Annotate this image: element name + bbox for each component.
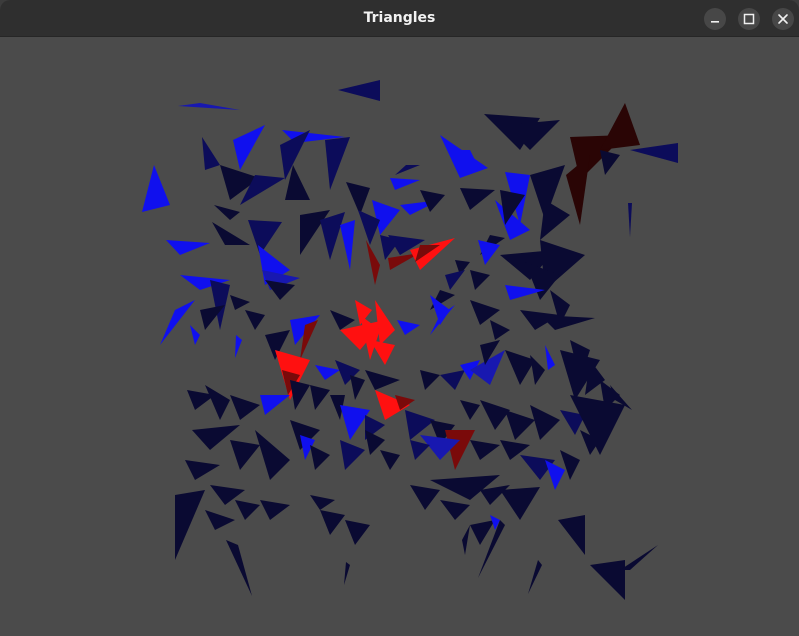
triangle-dark-navy (345, 520, 370, 545)
triangle-blue (235, 335, 242, 358)
triangle-dark-navy (230, 395, 260, 420)
triangle-navy (440, 370, 465, 390)
triangle-maroon (600, 103, 640, 150)
triangle-dark-navy (346, 182, 370, 215)
triangle-dark-navy (440, 500, 470, 520)
triangle-dark-navy (460, 188, 495, 210)
triangle-blue (397, 320, 420, 335)
triangle-dark-navy (330, 310, 355, 330)
triangle-navy (248, 220, 282, 255)
triangle-dark-navy (260, 500, 290, 520)
triangle-dark-navy (590, 560, 625, 600)
triangle-dark-navy (530, 355, 545, 385)
triangle-dark-navy (230, 295, 250, 310)
close-icon (778, 14, 788, 24)
triangle-blue (340, 220, 355, 270)
triangle-dark-navy (558, 515, 585, 555)
triangle-dark-navy (185, 460, 220, 480)
triangle-dark-navy (480, 400, 510, 430)
triangle-dark-navy (205, 385, 230, 420)
triangle-dark-navy (350, 375, 365, 400)
triangle-dark-navy (245, 310, 265, 330)
triangle-dark-navy (380, 450, 400, 470)
triangle-dark-navy (500, 487, 540, 520)
triangle-dark-navy (214, 205, 240, 220)
triangle-dark-navy (320, 510, 345, 535)
triangle-dark-navy (528, 560, 542, 594)
triangle-dark-navy (620, 545, 658, 570)
triangle-dark-navy (235, 500, 260, 520)
app-window: Triangles (0, 0, 799, 636)
triangle-dark-navy (505, 410, 535, 440)
triangle-dark-navy (410, 485, 440, 510)
triangle-red (375, 300, 395, 345)
triangle-dark-navy (290, 380, 310, 410)
triangle-dark-navy (205, 510, 235, 530)
triangles-scene (142, 80, 678, 600)
close-button[interactable] (772, 8, 794, 30)
triangle-blue (390, 178, 420, 190)
triangle-dark-navy (470, 270, 490, 290)
triangle-blue (545, 460, 565, 490)
triangle-dark-red (366, 240, 380, 285)
triangle-dark-navy (470, 300, 500, 325)
triangle-navy (320, 212, 345, 260)
triangle-dark-navy (365, 370, 400, 390)
triangle-blue (190, 325, 200, 345)
maximize-button[interactable] (738, 8, 760, 30)
triangle-mid-blue (178, 103, 240, 110)
triangle-dark-navy (310, 495, 335, 510)
triangle-navy (405, 410, 435, 440)
triangle-dark-navy (310, 445, 330, 470)
minimize-button[interactable] (704, 8, 726, 30)
triangle-dark-navy (175, 490, 205, 560)
triangle-blue (545, 345, 555, 370)
triangle-blue (233, 125, 265, 170)
window-title: Triangles (363, 10, 436, 26)
triangle-red (370, 340, 395, 365)
triangle-maroon (566, 155, 590, 225)
triangle-blue (372, 200, 400, 235)
triangle-dark-navy (420, 190, 445, 212)
triangle-blue (142, 165, 170, 212)
maximize-icon (743, 13, 755, 25)
triangle-navy (628, 203, 632, 237)
triangle-navy (338, 80, 380, 101)
triangle-dark-navy (490, 320, 510, 340)
triangle-navy (210, 280, 230, 330)
triangle-navy (445, 270, 465, 290)
triangle-navy (630, 143, 678, 163)
triangle-dark-navy (460, 400, 480, 420)
triangle-blue (315, 365, 340, 380)
triangle-dark-navy (226, 540, 252, 596)
triangle-navy (340, 440, 365, 470)
triangle-dark-navy (470, 520, 495, 545)
triangle-dark-navy (530, 405, 560, 440)
triangle-dark-navy (470, 440, 500, 460)
triangle-dark-navy (600, 150, 620, 175)
triangle-navy (395, 165, 420, 175)
triangle-dark-navy (560, 450, 580, 480)
triangle-dark-navy (420, 370, 440, 390)
triangle-blue (160, 300, 195, 345)
triangle-dark-navy (310, 385, 330, 410)
triangle-blue (260, 395, 290, 415)
triangle-dark-navy (212, 222, 250, 245)
triangle-navy (202, 137, 220, 170)
triangle-dark-navy (265, 280, 295, 300)
triangle-blue (166, 240, 210, 255)
triangle-dark-navy (462, 525, 470, 555)
triangle-dark-navy (344, 562, 350, 585)
minimize-icon (711, 21, 719, 23)
triangle-canvas (0, 37, 799, 636)
triangle-dark-navy (230, 440, 260, 470)
triangle-dark-navy (540, 200, 570, 240)
triangle-dark-navy (505, 350, 535, 385)
triangle-navy (325, 137, 350, 190)
triangle-dark-navy (540, 315, 595, 330)
title-bar[interactable]: Triangles (0, 0, 799, 37)
triangle-dark-navy (255, 430, 290, 480)
